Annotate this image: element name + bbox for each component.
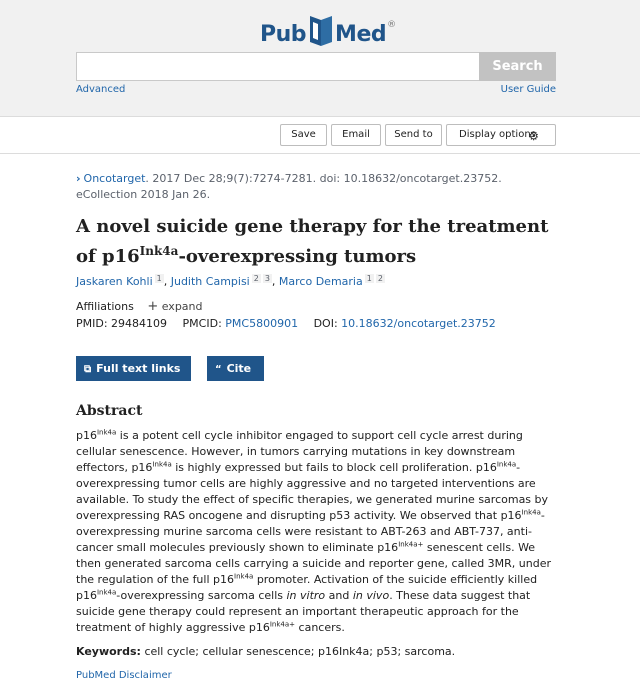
pubmed-logo[interactable]: Pub Med ® [260, 14, 396, 52]
keywords: Keywords: cell cycle; cellular senescenc… [76, 645, 455, 658]
affiliation-ref[interactable]: 2 [251, 274, 261, 283]
article-title: A novel suicide gene therapy for the tre… [76, 214, 556, 269]
affiliations-toggle[interactable]: Affiliations + expand [76, 299, 203, 314]
author-link[interactable]: Jaskaren Kohli [76, 275, 153, 288]
keywords-label: Keywords: [76, 645, 141, 658]
expand-label: expand [161, 300, 203, 313]
affiliations-label: Affiliations [76, 300, 134, 313]
full-text-links-button[interactable]: ⧉ Full text links [76, 356, 191, 381]
send-to-button[interactable]: Send to [385, 124, 442, 146]
title-text-2: -overexpressing tumors [178, 246, 417, 267]
cite-button[interactable]: “ Cite [207, 356, 264, 381]
book-icon [307, 14, 334, 48]
affiliation-ref[interactable]: 1 [364, 274, 374, 283]
header: Pub Med ® Search Advanced User Guide [0, 0, 640, 117]
pmid-value: 29484109 [111, 317, 168, 330]
affiliation-ref[interactable]: 3 [262, 274, 272, 283]
display-options-button[interactable]: Display options ⚙ [446, 124, 556, 146]
full-text-label: Full text links [96, 362, 181, 375]
email-button[interactable]: Email [331, 124, 381, 146]
abstract-heading: Abstract [76, 403, 143, 419]
registered-mark: ® [387, 20, 397, 30]
abstract-text: p16Ink4a is a potent cell cycle inhibito… [76, 428, 552, 634]
pmcid-label: PMCID: [182, 317, 222, 330]
save-button[interactable]: Save [280, 124, 327, 146]
plus-icon: + [147, 299, 159, 314]
cite-label: Cite [226, 362, 252, 375]
doi-label: DOI: [313, 317, 338, 330]
search-input[interactable] [76, 52, 480, 81]
journal-link[interactable]: Oncotarget [84, 172, 146, 185]
advanced-search-link[interactable]: Advanced [76, 84, 125, 95]
quote-icon: “ [215, 364, 222, 375]
citation: › Oncotarget. 2017 Dec 28;9(7):7274-7281.… [76, 171, 556, 203]
toolbar-divider [0, 153, 640, 154]
external-link-icon: ⧉ [84, 364, 92, 375]
doi-link[interactable]: 10.18632/oncotarget.23752 [341, 317, 496, 330]
title-superscript: Ink4a [139, 244, 179, 258]
keywords-text: cell cycle; cellular senescence; p16Ink4… [144, 645, 456, 658]
citation-details: . 2017 Dec 28;9(7):7274-7281. doi: 10.18… [145, 172, 502, 185]
ecollection-date: eCollection 2018 Jan 26. [76, 188, 211, 201]
author-link[interactable]: Marco Demaria [279, 275, 363, 288]
chevron-right-icon[interactable]: › [76, 172, 81, 185]
logo-text-pub: Pub [260, 22, 307, 47]
affiliation-ref[interactable]: 2 [375, 274, 385, 283]
pmcid-link[interactable]: PMC5800901 [225, 317, 298, 330]
pmid-label: PMID: [76, 317, 108, 330]
display-options-label: Display options [459, 129, 536, 140]
author-link[interactable]: Judith Campisi [171, 275, 250, 288]
author-list: Jaskaren Kohli 1, Judith Campisi 2 3, Marco… [76, 274, 385, 288]
logo-text-med: Med [335, 22, 387, 47]
affiliation-ref[interactable]: 1 [154, 274, 164, 283]
gear-icon: ⚙ [528, 129, 539, 143]
user-guide-link[interactable]: User Guide [501, 84, 556, 95]
search-button[interactable]: Search [479, 52, 556, 81]
article-identifiers: PMID: 29484109 PMCID: PMC5800901 DOI: 10… [76, 317, 496, 330]
